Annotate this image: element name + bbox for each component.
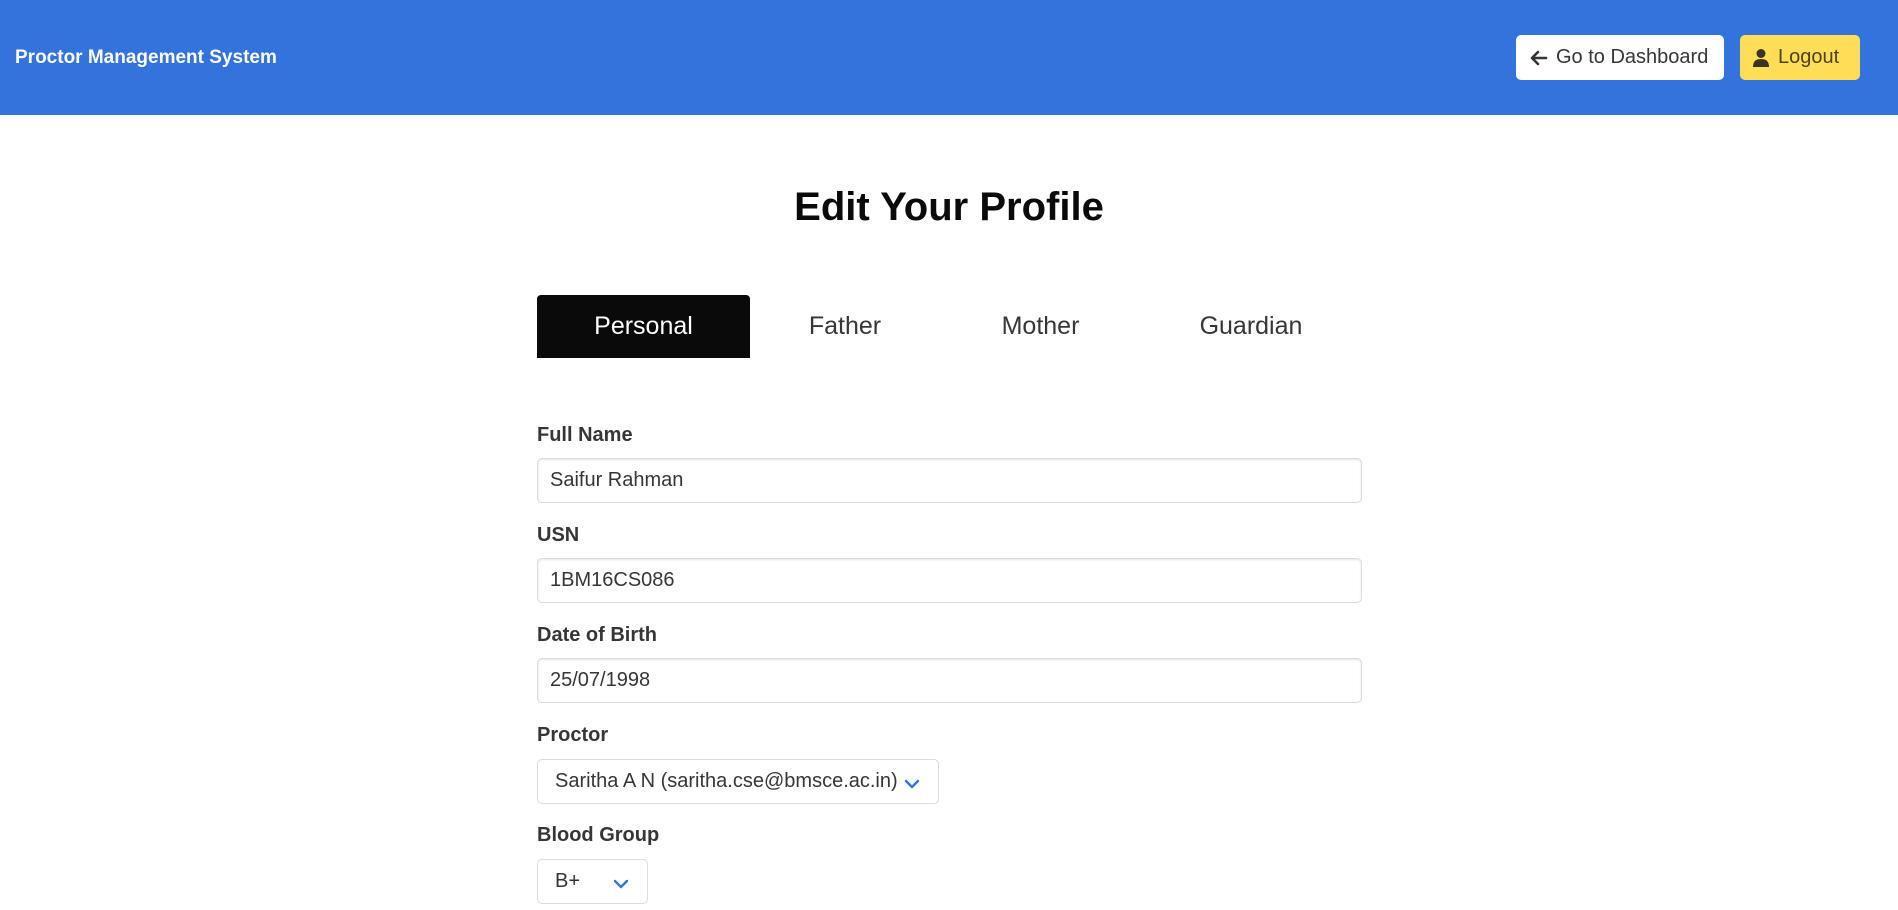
usn-label: USN — [537, 524, 580, 546]
full-name-label: Full Name — [537, 424, 633, 446]
tab-label: Personal — [594, 312, 693, 340]
blood-group-label: Blood Group — [537, 824, 660, 846]
page-title: Edit Your Profile — [794, 185, 1104, 229]
chevron-down-icon — [904, 774, 920, 797]
app-brand[interactable]: Proctor Management System — [15, 46, 277, 70]
blood-group-selected-value: B+ — [555, 870, 581, 892]
tab-father[interactable]: Father — [750, 295, 940, 358]
proctor-selected-value: Saritha A N (saritha.cse@bmsce.ac.in) — [555, 770, 898, 792]
tab-label: Father — [808, 312, 882, 340]
tab-personal[interactable]: Personal — [537, 295, 750, 358]
proctor-label: Proctor — [537, 724, 609, 746]
logout-label: Logout — [1778, 46, 1840, 68]
tab-label: Guardian — [1199, 312, 1303, 340]
usn-input[interactable] — [537, 558, 1362, 603]
chevron-down-icon — [613, 874, 629, 897]
blood-group-select[interactable]: B+ — [537, 859, 648, 904]
tab-guardian[interactable]: Guardian — [1141, 295, 1361, 358]
user-icon — [1752, 48, 1770, 68]
full-name-input[interactable] — [537, 458, 1362, 503]
tab-mother[interactable]: Mother — [940, 295, 1141, 358]
go-to-dashboard-button[interactable]: Go to Dashboard — [1516, 35, 1724, 80]
go-to-dashboard-label: Go to Dashboard — [1556, 46, 1709, 68]
top-navbar: Proctor Management System Go to Dashboar… — [0, 0, 1898, 115]
logout-button[interactable]: Logout — [1740, 35, 1860, 80]
proctor-select[interactable]: Saritha A N (saritha.cse@bmsce.ac.in) — [537, 759, 939, 804]
dob-label: Date of Birth — [537, 624, 657, 646]
arrow-left-icon — [1530, 49, 1548, 67]
profile-tabs: Personal Father Mother Guardian — [537, 295, 1361, 358]
tab-label: Mother — [1001, 312, 1080, 340]
dob-input[interactable] — [537, 658, 1362, 703]
